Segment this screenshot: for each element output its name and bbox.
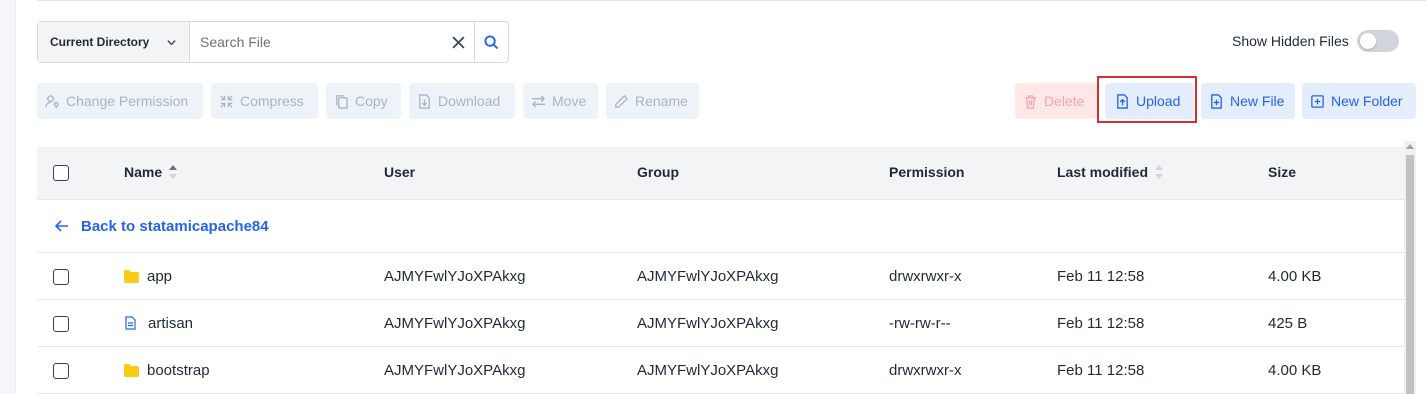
new-folder-button[interactable]: New Folder <box>1302 83 1416 119</box>
column-size-label: Size <box>1268 164 1297 180</box>
move-arrows-icon <box>531 94 546 108</box>
folder-icon <box>124 363 139 377</box>
column-last-modified-label: Last modified <box>1057 164 1149 180</box>
move-label: Move <box>552 93 587 109</box>
row-checkbox[interactable] <box>53 316 69 332</box>
permission-cell: -rw-rw-r-- <box>889 314 951 332</box>
size-cell: 4.00 KB <box>1268 361 1322 379</box>
directory-scope-label: Current Directory <box>50 35 150 49</box>
column-name-label: Name <box>124 164 163 180</box>
permission-cell: drwxrwxr-x <box>889 267 962 285</box>
change-permission-label: Change Permission <box>66 93 189 109</box>
column-header-name[interactable]: Name <box>124 164 178 180</box>
close-icon <box>451 35 465 49</box>
show-hidden-files-control: Show Hidden Files <box>1232 30 1399 52</box>
document-icon <box>125 316 136 330</box>
compress-icon <box>220 94 233 108</box>
file-name-cell[interactable]: artisan <box>125 300 193 346</box>
search-input[interactable] <box>190 22 442 62</box>
select-all-checkbox[interactable] <box>53 165 69 181</box>
rename-label: Rename <box>635 93 688 109</box>
table-scrollbar[interactable] <box>1404 141 1416 394</box>
pencil-icon <box>615 94 629 108</box>
new-file-icon <box>1211 93 1222 109</box>
download-label: Download <box>438 93 501 109</box>
file-name: artisan <box>148 314 194 332</box>
show-hidden-files-label: Show Hidden Files <box>1232 33 1349 49</box>
user-cell: AJMYFwlYJoXPAkxg <box>384 314 526 332</box>
column-header-last-modified[interactable]: Last modified <box>1057 164 1164 180</box>
copy-icon <box>336 94 348 109</box>
search-icon <box>484 34 499 49</box>
permission-cell: drwxrwxr-x <box>889 361 962 379</box>
table-header: Name User Group Permission Last modified… <box>37 147 1405 200</box>
modified-cell: Feb 11 12:58 <box>1057 314 1145 332</box>
top-divider <box>37 0 1426 1</box>
user-cell: AJMYFwlYJoXPAkxg <box>384 267 526 285</box>
table-row[interactable]: bootstrap AJMYFwlYJoXPAkxg AJMYFwlYJoXPA… <box>37 347 1405 394</box>
download-file-icon <box>419 93 430 109</box>
file-name: app <box>147 267 173 285</box>
user-cell: AJMYFwlYJoXPAkxg <box>384 361 526 379</box>
group-cell: AJMYFwlYJoXPAkxg <box>637 267 779 285</box>
table-row[interactable]: app AJMYFwlYJoXPAkxg AJMYFwlYJoXPAkxg dr… <box>37 253 1405 300</box>
file-name-cell[interactable]: app <box>124 253 172 299</box>
new-folder-label: New Folder <box>1331 93 1403 109</box>
search-bar: Current Directory <box>37 21 509 63</box>
copy-label: Copy <box>355 93 388 109</box>
size-cell: 425 B <box>1268 314 1308 332</box>
file-name-cell[interactable]: bootstrap <box>124 347 210 393</box>
sort-icon <box>1155 165 1164 179</box>
column-header-size: Size <box>1268 164 1296 180</box>
user-key-icon <box>45 94 59 108</box>
column-header-user: User <box>384 164 415 180</box>
copy-button[interactable]: Copy <box>326 83 401 119</box>
modified-cell: Feb 11 12:58 <box>1057 267 1145 285</box>
file-table: Name User Group Permission Last modified… <box>37 147 1405 394</box>
search-button[interactable] <box>474 22 508 62</box>
compress-button[interactable]: Compress <box>211 83 318 119</box>
scroll-up-arrow-icon[interactable] <box>1406 144 1414 149</box>
row-checkbox[interactable] <box>53 363 69 379</box>
show-hidden-files-toggle[interactable] <box>1356 30 1399 52</box>
column-header-group: Group <box>637 164 679 180</box>
upload-file-icon <box>1117 93 1128 109</box>
delete-button[interactable]: Delete <box>1015 83 1098 119</box>
move-button[interactable]: Move <box>523 83 598 119</box>
column-user-label: User <box>384 164 416 180</box>
new-file-button[interactable]: New File <box>1201 83 1295 119</box>
back-to-parent-link[interactable]: Back to statamicapache84 <box>55 200 269 252</box>
left-sidebar-edge <box>0 0 16 394</box>
clear-search-button[interactable] <box>442 22 474 62</box>
new-file-label: New File <box>1230 93 1285 109</box>
folder-icon <box>124 269 139 283</box>
arrow-left-icon <box>55 220 68 232</box>
toggle-knob <box>1359 33 1376 49</box>
scrollbar-thumb[interactable] <box>1406 155 1414 394</box>
upload-label: Upload <box>1136 93 1181 109</box>
upload-button[interactable]: Upload <box>1105 83 1194 119</box>
directory-scope-select[interactable]: Current Directory <box>38 22 190 62</box>
trash-icon <box>1024 94 1037 109</box>
column-permission-label: Permission <box>889 164 965 180</box>
group-cell: AJMYFwlYJoXPAkxg <box>637 361 779 379</box>
new-folder-icon <box>1311 94 1324 108</box>
row-checkbox[interactable] <box>53 269 69 285</box>
file-name: bootstrap <box>147 361 210 379</box>
group-cell: AJMYFwlYJoXPAkxg <box>637 314 779 332</box>
column-group-label: Group <box>637 164 679 180</box>
column-header-permission: Permission <box>889 164 964 180</box>
change-permission-button[interactable]: Change Permission <box>37 83 203 119</box>
modified-cell: Feb 11 12:58 <box>1057 361 1145 379</box>
size-cell: 4.00 KB <box>1268 267 1322 285</box>
table-row[interactable]: artisan AJMYFwlYJoXPAkxg AJMYFwlYJoXPAkx… <box>37 300 1405 347</box>
back-link-label: Back to statamicapache84 <box>81 217 269 235</box>
delete-label: Delete <box>1044 93 1085 109</box>
chevron-down-icon <box>167 39 176 45</box>
sort-ascending-icon <box>169 165 178 179</box>
rename-button[interactable]: Rename <box>606 83 699 119</box>
download-button[interactable]: Download <box>409 83 515 119</box>
compress-label: Compress <box>240 93 304 109</box>
back-row: Back to statamicapache84 <box>37 200 1405 253</box>
